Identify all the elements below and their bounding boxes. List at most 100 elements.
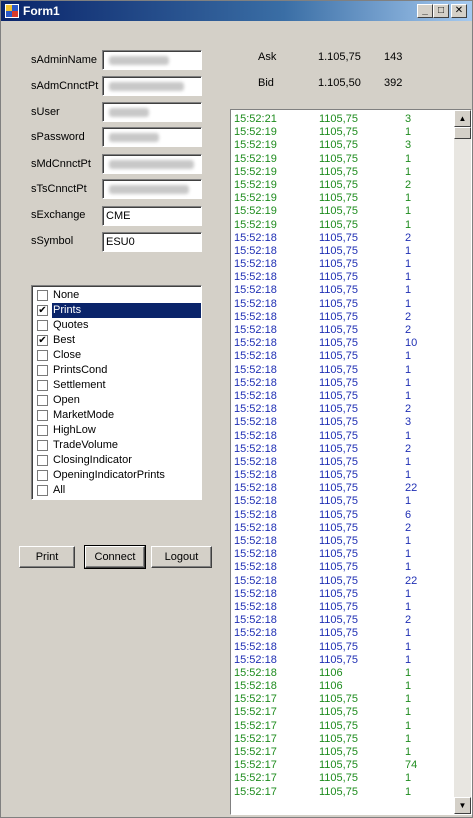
print-button[interactable]: Print xyxy=(19,546,75,568)
log-size: 1 xyxy=(405,548,412,561)
log-time: 15:52:18 xyxy=(234,363,277,376)
ts-connect-pt-field[interactable] xyxy=(102,179,202,199)
checkbox-icon[interactable] xyxy=(37,395,48,406)
checklist-item[interactable]: ✔ Prints xyxy=(34,303,201,318)
ask-price: 1.105,75 xyxy=(318,51,361,63)
checklist-item[interactable]: ClosingIndicator xyxy=(34,453,201,468)
log-size: 1 xyxy=(405,627,412,640)
vertical-scrollbar[interactable]: ▲ ▼ xyxy=(454,110,471,814)
password-field[interactable] xyxy=(102,127,202,147)
checkbox-icon[interactable] xyxy=(37,380,48,391)
log-price: 1105,75 xyxy=(319,746,358,758)
log-row: 15:52:18 1105,75 1 xyxy=(231,258,451,271)
symbol-value: ESU0 xyxy=(106,236,135,248)
log-size: 1 xyxy=(405,152,412,165)
checklist-item-label: OpeningIndicatorPrints xyxy=(53,469,165,481)
checkbox-icon[interactable] xyxy=(37,365,48,376)
logout-button[interactable]: Logout xyxy=(151,546,212,568)
log-size: 1 xyxy=(405,218,412,231)
checklist-item[interactable]: Open xyxy=(34,393,201,408)
log-time: 15:52:19 xyxy=(234,165,277,178)
log-price: 1105,75 xyxy=(319,548,358,561)
checklist-item-label: None xyxy=(53,289,80,301)
bid-size: 392 xyxy=(384,77,403,89)
log-price: 1105,75 xyxy=(319,337,358,350)
checklist-item-label: Settlement xyxy=(53,379,106,391)
checklist-item[interactable]: PrintsCond xyxy=(34,363,201,378)
log-price: 1105,75 xyxy=(319,192,358,205)
exchange-field[interactable]: CME xyxy=(102,206,202,226)
minimize-button[interactable]: _ xyxy=(417,4,433,18)
checkbox-icon[interactable] xyxy=(37,410,48,421)
checklist-item[interactable]: ✔ Best xyxy=(34,333,201,348)
connect-button[interactable]: Connect xyxy=(84,545,146,569)
checkbox-icon[interactable] xyxy=(37,485,48,496)
log-size: 1 xyxy=(405,429,412,442)
log-price: 1105,75 xyxy=(319,482,358,495)
user-field[interactable] xyxy=(102,102,202,122)
title-bar[interactable]: Form1 _ □ ✕ xyxy=(1,1,472,21)
log-row: 15:52:18 1105,75 1 xyxy=(231,641,451,654)
log-time: 15:52:18 xyxy=(234,231,277,244)
log-row: 15:52:18 1105,75 1 xyxy=(231,654,451,667)
checklist-item[interactable]: Close xyxy=(34,348,201,363)
log-price: 1105,75 xyxy=(319,244,358,257)
log-time: 15:52:17 xyxy=(234,785,277,798)
trade-log[interactable]: 15:52:21 1105,75 3 15:52:19 1105,75 1 15:52:19… xyxy=(230,109,472,815)
adm-connect-pt-field[interactable] xyxy=(102,76,202,96)
log-row: 15:52:17 1105,75 1 xyxy=(231,786,451,799)
checkbox-checked-icon[interactable]: ✔ xyxy=(37,335,48,346)
label-symbol: sSymbol xyxy=(31,235,74,247)
maximize-button[interactable]: □ xyxy=(433,4,449,18)
log-time: 15:52:18 xyxy=(234,666,277,679)
checklist-item[interactable]: Settlement xyxy=(34,378,201,393)
log-row: 15:52:19 1105,75 1 xyxy=(231,153,451,166)
log-price: 1105,75 xyxy=(319,284,358,297)
checkbox-icon[interactable] xyxy=(37,470,48,481)
scroll-down-icon[interactable]: ▼ xyxy=(454,797,471,814)
scroll-up-icon[interactable]: ▲ xyxy=(454,110,471,127)
log-time: 15:52:18 xyxy=(234,548,277,561)
checklist-item[interactable]: None xyxy=(34,288,201,303)
log-size: 2 xyxy=(405,324,412,336)
log-size: 3 xyxy=(405,416,412,429)
checkbox-icon[interactable] xyxy=(37,290,48,301)
log-price: 1105,75 xyxy=(319,508,358,521)
checklist-item[interactable]: All xyxy=(34,483,201,498)
checkbox-checked-icon[interactable]: ✔ xyxy=(37,305,48,316)
symbol-field[interactable]: ESU0 xyxy=(102,232,202,252)
exchange-value: CME xyxy=(106,210,131,222)
checkbox-icon[interactable] xyxy=(37,320,48,331)
subscription-checklist[interactable]: None ✔ Prints Quotes ✔ Best Close PrintsCond Set… xyxy=(31,285,202,500)
checklist-item[interactable]: MarketMode xyxy=(34,408,201,423)
checkbox-icon[interactable] xyxy=(37,425,48,436)
close-button[interactable]: ✕ xyxy=(451,4,467,18)
log-size: 1 xyxy=(405,495,412,508)
checklist-item[interactable]: HighLow xyxy=(34,423,201,438)
checkbox-icon[interactable] xyxy=(37,455,48,466)
log-price: 1105,75 xyxy=(319,363,358,376)
checkbox-icon[interactable] xyxy=(37,440,48,451)
checkbox-icon[interactable] xyxy=(37,350,48,361)
log-row: 15:52:17 1105,75 1 xyxy=(231,733,451,746)
log-price: 1105,75 xyxy=(319,772,358,785)
checklist-item[interactable]: Quotes xyxy=(34,318,201,333)
log-time: 15:52:19 xyxy=(234,205,277,218)
log-size: 2 xyxy=(405,614,412,627)
log-size: 1 xyxy=(405,363,412,376)
checklist-item[interactable]: OpeningIndicatorPrints xyxy=(34,468,201,483)
admin-name-field[interactable] xyxy=(102,50,202,70)
log-size: 2 xyxy=(405,178,412,191)
md-connect-pt-field[interactable] xyxy=(102,154,202,174)
log-time: 15:52:18 xyxy=(234,614,277,627)
app-icon xyxy=(5,4,19,18)
checklist-item[interactable]: TradeVolume xyxy=(34,438,201,453)
scroll-thumb[interactable] xyxy=(454,127,471,139)
log-time: 15:52:18 xyxy=(234,310,277,323)
log-price: 1105,75 xyxy=(319,297,358,310)
log-size: 1 xyxy=(405,732,412,745)
log-row: 15:52:18 1105,75 1 xyxy=(231,588,451,601)
label-admin-name: sAdminName xyxy=(31,54,98,66)
log-price: 1105,75 xyxy=(319,113,358,125)
log-time: 15:52:17 xyxy=(234,746,277,758)
